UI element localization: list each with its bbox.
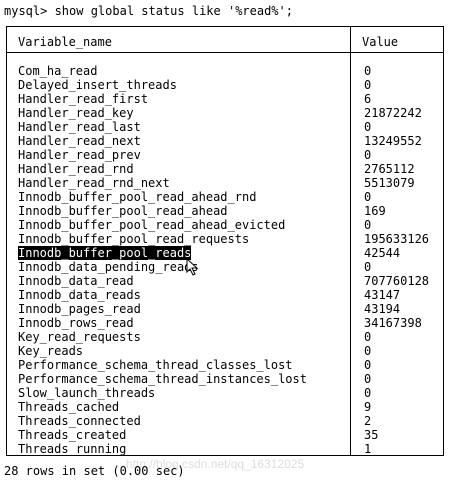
table-row-value[interactable]: 6 — [364, 92, 371, 106]
table-row-variable-name[interactable]: Slow_launch_threads — [18, 386, 155, 400]
table-row-value[interactable]: 42544 — [364, 246, 400, 260]
table-row-value[interactable]: 9 — [364, 400, 371, 414]
table-row-variable-name[interactable]: Innodb_data_reads — [18, 288, 141, 302]
table-row-variable-name[interactable]: Innodb_buffer_pool_read_requests — [18, 232, 249, 246]
table-row-variable-name[interactable]: Handler_read_rnd — [18, 162, 134, 176]
table-row-value[interactable]: 2 — [364, 414, 371, 428]
table-row-variable-name[interactable]: Key_reads — [18, 344, 83, 358]
table-row-variable-name[interactable]: Performance_schema_thread_classes_lost — [18, 358, 293, 372]
table-row-variable-name[interactable]: Threads_cached — [18, 400, 119, 414]
table-row-variable-name[interactable]: Handler_read_prev — [18, 148, 141, 162]
table-row-variable-name[interactable]: Innodb_buffer_pool_reads — [18, 246, 192, 260]
table-row-variable-name[interactable]: Innodb_buffer_pool_read_ahead_evicted — [18, 218, 285, 232]
table-header-border — [6, 52, 444, 53]
table-row-variable-name[interactable]: Handler_read_key — [18, 106, 134, 120]
table-row-value[interactable]: 195633126 — [364, 232, 429, 246]
table-row-variable-name[interactable]: Threads_connected — [18, 414, 141, 428]
table-row-value[interactable]: 0 — [364, 78, 371, 92]
table-row-variable-name[interactable]: Innodb_data_read — [18, 274, 134, 288]
table-row-variable-name[interactable]: Innodb_buffer_pool_read_ahead_rnd — [18, 190, 256, 204]
table-top-border — [6, 26, 444, 27]
table-row-value[interactable]: 0 — [364, 120, 371, 134]
table-row-variable-name[interactable]: Performance_schema_thread_instances_lost — [18, 372, 307, 386]
table-row-value[interactable]: 43194 — [364, 302, 400, 316]
table-row-variable-name[interactable]: Innodb_buffer_pool_read_ahead — [18, 204, 228, 218]
table-row-variable-name[interactable]: Innodb_data_pending_reads — [18, 260, 199, 274]
table-row-variable-name[interactable]: Innodb_rows_read — [18, 316, 134, 330]
table-row-value[interactable]: 0 — [364, 372, 371, 386]
table-row-value[interactable]: 0 — [364, 218, 371, 232]
table-row-value[interactable]: 2765112 — [364, 162, 415, 176]
table-column-divider — [350, 26, 351, 456]
table-row-variable-name[interactable]: Handler_read_rnd_next — [18, 176, 170, 190]
column-header-value: Value — [362, 35, 399, 49]
table-row-variable-name[interactable]: Threads_running — [18, 442, 126, 456]
table-row-variable-name[interactable]: Handler_read_first — [18, 92, 148, 106]
table-row-value[interactable]: 0 — [364, 344, 371, 358]
table-row-value[interactable]: 0 — [364, 358, 371, 372]
table-left-border — [6, 26, 7, 456]
table-row-value[interactable]: 0 — [364, 148, 371, 162]
table-row-value[interactable]: 34167398 — [364, 316, 422, 330]
table-row-value[interactable]: 0 — [364, 64, 371, 78]
table-row-value[interactable]: 0 — [364, 386, 371, 400]
result-footer: 28 rows in set (0.00 sec) — [4, 464, 185, 478]
table-row-variable-name[interactable]: Handler_read_last — [18, 120, 141, 134]
table-row-value[interactable]: 0 — [364, 260, 371, 274]
table-row-value[interactable]: 707760128 — [364, 274, 429, 288]
mouse-pointer-icon — [186, 258, 198, 276]
table-row-value[interactable]: 0 — [364, 190, 371, 204]
table-right-border — [443, 26, 444, 456]
table-row-variable-name[interactable]: Threads_created — [18, 428, 126, 442]
status-table: Variable_name Value Com_ha_read 0 Delayed_… — [6, 26, 444, 456]
table-row-value[interactable]: 35 — [364, 428, 378, 442]
table-row-value[interactable]: 0 — [364, 330, 371, 344]
table-row-value[interactable]: 43147 — [364, 288, 400, 302]
table-row-variable-name[interactable]: Delayed_insert_threads — [18, 78, 177, 92]
table-row-value[interactable]: 13249552 — [364, 134, 422, 148]
table-row-variable-name[interactable]: Innodb_pages_read — [18, 302, 141, 316]
table-row-value[interactable]: 169 — [364, 204, 386, 218]
column-header-variable-name: Variable_name — [18, 35, 112, 49]
table-row-value[interactable]: 1 — [364, 442, 371, 456]
table-row-value[interactable]: 5513079 — [364, 176, 415, 190]
table-row-variable-name[interactable]: Key_read_requests — [18, 330, 141, 344]
table-row-value[interactable]: 21872242 — [364, 106, 422, 120]
table-row-variable-name[interactable]: Com_ha_read — [18, 64, 97, 78]
command-line: mysql> show global status like '%read%'; — [4, 4, 293, 18]
table-row-variable-name[interactable]: Handler_read_next — [18, 134, 141, 148]
